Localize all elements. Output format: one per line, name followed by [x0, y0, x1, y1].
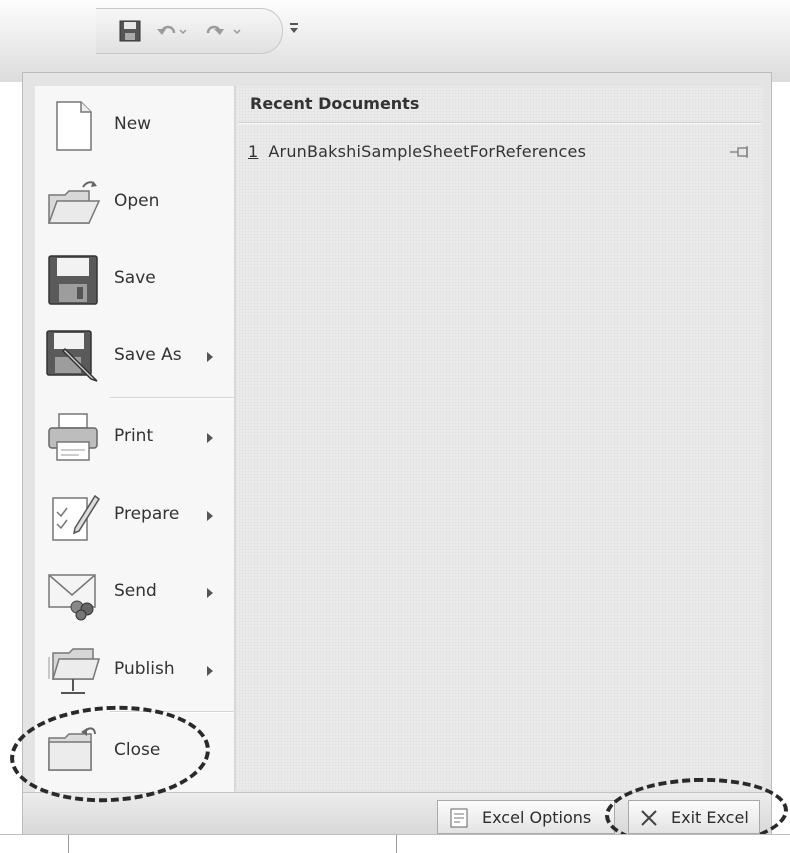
menu-item-label: Send: [114, 581, 157, 601]
submenu-arrow-icon: [207, 511, 213, 521]
menu-item-open[interactable]: Open: [35, 165, 234, 241]
submenu-arrow-icon: [207, 588, 213, 598]
quick-access-toolbar: [96, 8, 283, 54]
worksheet-grid: [0, 834, 790, 853]
save-icon[interactable]: [118, 19, 142, 47]
menu-item-label: Open: [114, 191, 160, 211]
customize-dropdown-icon[interactable]: [288, 20, 300, 39]
options-icon: [450, 808, 468, 832]
new-document-icon: [45, 98, 101, 154]
menu-item-label: New: [114, 114, 152, 134]
menu-item-save[interactable]: Save: [35, 242, 234, 318]
submenu-arrow-icon: [207, 352, 213, 362]
recent-document-item[interactable]: 1 ArunBakshiSampleSheetForReferences: [248, 142, 586, 161]
menu-item-prepare[interactable]: Prepare: [35, 478, 234, 554]
send-icon: [45, 565, 101, 621]
menu-item-print[interactable]: Print: [35, 400, 234, 476]
menu-item-new[interactable]: New: [35, 88, 234, 164]
menu-item-label: Prepare: [114, 504, 180, 524]
menu-item-send[interactable]: Send: [35, 555, 234, 631]
divider: [110, 397, 234, 398]
button-label: Excel Options: [482, 808, 592, 827]
gridline: [68, 835, 69, 853]
menu-item-label: Publish: [114, 659, 175, 679]
menu-item-label: Save As: [114, 345, 182, 365]
open-folder-icon: [45, 175, 101, 231]
menu-item-save-as[interactable]: Save As: [35, 319, 234, 395]
save-icon: [45, 252, 101, 308]
submenu-arrow-icon: [207, 666, 213, 676]
menu-item-label: Print: [114, 426, 154, 446]
publish-icon: [45, 643, 101, 699]
excel-options-button[interactable]: Excel Options: [437, 800, 615, 834]
recent-documents-pane: Recent Documents 1 ArunBakshiSampleSheetF…: [235, 86, 763, 790]
recent-documents-title: Recent Documents: [250, 94, 420, 113]
pin-icon[interactable]: [729, 144, 753, 164]
recent-document-number: 1: [248, 142, 259, 161]
prepare-document-icon: [45, 488, 101, 544]
printer-icon: [45, 410, 101, 466]
recent-document-name: ArunBakshiSampleSheetForReferences: [268, 142, 587, 161]
gridline: [396, 835, 397, 853]
menu-item-publish[interactable]: Publish: [35, 633, 234, 709]
redo-icon[interactable]: [202, 19, 248, 47]
undo-icon[interactable]: [154, 19, 188, 47]
save-as-icon: [45, 329, 101, 385]
divider: [238, 122, 761, 123]
menu-item-label: Save: [114, 268, 156, 288]
submenu-arrow-icon: [207, 433, 213, 443]
